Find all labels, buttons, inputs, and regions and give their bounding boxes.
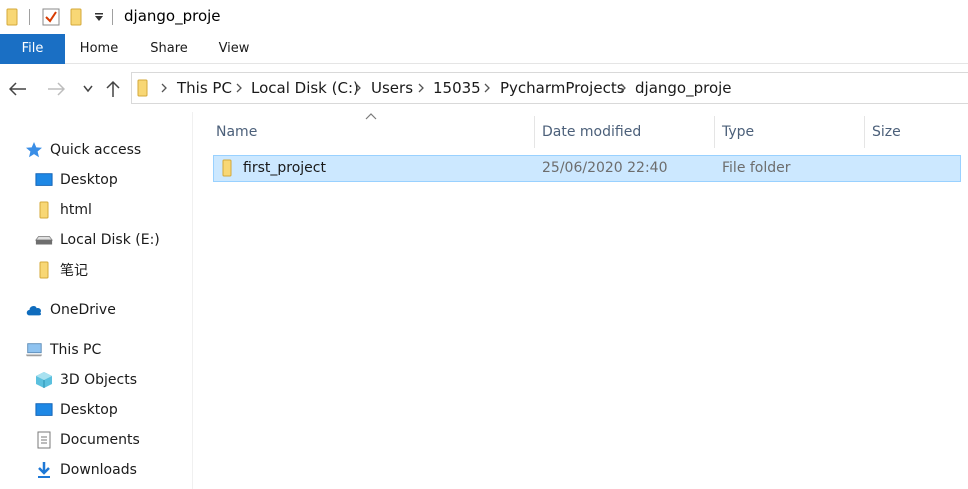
nav-item-html[interactable]: html <box>35 195 92 225</box>
nav-item-label: Local Disk (E:) <box>60 232 160 248</box>
breadcrumb-chevron-icon[interactable] <box>235 83 243 93</box>
nav-item-desktop-pc[interactable]: Desktop <box>35 395 118 425</box>
navigation-pane: Quick access Desktop html Local Disk (E:… <box>0 112 193 489</box>
navigation-bar: This PC Local Disk (C:) Users 15035 Pych… <box>0 64 968 112</box>
file-type: File folder <box>722 160 791 176</box>
breadcrumb-users[interactable]: Users <box>371 73 413 103</box>
folder-icon <box>221 159 233 181</box>
breadcrumb-local-disk-c[interactable]: Local Disk (C:) <box>251 73 359 103</box>
recent-locations-chevron-down-icon[interactable] <box>77 78 99 100</box>
divider <box>29 9 30 25</box>
column-header-size[interactable]: Size <box>872 116 901 148</box>
downloads-icon <box>35 461 53 479</box>
ribbon-tabs: File Home Share View <box>0 34 968 64</box>
nav-item-notes[interactable]: 笔记 <box>35 255 88 285</box>
breadcrumb-this-pc[interactable]: This PC <box>177 73 232 103</box>
desktop-icon <box>35 401 53 419</box>
breadcrumb-15035[interactable]: 15035 <box>433 73 481 103</box>
breadcrumb-pycharmprojects[interactable]: PycharmProjects <box>500 73 625 103</box>
drive-icon <box>35 231 53 249</box>
nav-item-label: 笔记 <box>60 263 88 279</box>
divider <box>112 9 113 25</box>
nav-item-downloads[interactable]: Downloads <box>35 455 137 485</box>
file-date-modified: 25/06/2020 22:40 <box>542 160 668 176</box>
nav-this-pc[interactable]: This PC <box>25 335 101 365</box>
column-divider[interactable] <box>864 116 865 148</box>
nav-item-label: 3D Objects <box>60 372 138 388</box>
breadcrumb-chevron-icon[interactable] <box>354 83 362 93</box>
file-list: Name Date modified Type Size first_proje… <box>193 112 968 489</box>
tab-file[interactable]: File <box>0 34 65 64</box>
breadcrumb-chevron-icon[interactable] <box>417 83 425 93</box>
nav-item-label: Quick access <box>50 142 142 158</box>
up-button[interactable] <box>102 78 124 100</box>
properties-icon[interactable] <box>42 8 60 26</box>
breadcrumb-chevron-icon[interactable] <box>619 83 627 93</box>
title-bar: django_proje <box>0 0 968 34</box>
3d-objects-icon <box>35 371 53 389</box>
table-row[interactable]: first_project 25/06/2020 22:40 File fold… <box>213 155 961 182</box>
customize-toolbar-dropdown-icon[interactable] <box>94 12 104 22</box>
back-button[interactable] <box>7 78 29 100</box>
nav-item-label: Desktop <box>60 402 118 418</box>
cloud-icon <box>25 301 43 319</box>
column-header-name[interactable]: Name <box>216 116 257 148</box>
forward-button[interactable] <box>45 78 67 100</box>
nav-item-label: OneDrive <box>50 302 116 318</box>
nav-item-label: Documents <box>60 432 140 448</box>
tab-share[interactable]: Share <box>140 34 198 64</box>
folder-icon <box>35 201 53 219</box>
column-header-type[interactable]: Type <box>722 116 754 148</box>
nav-item-desktop[interactable]: Desktop <box>35 165 118 195</box>
breadcrumb-chevron-icon[interactable] <box>160 83 168 93</box>
nav-quick-access[interactable]: Quick access <box>25 135 141 165</box>
column-divider[interactable] <box>534 116 535 148</box>
folder-icon <box>137 79 149 101</box>
nav-item-local-disk-e[interactable]: Local Disk (E:) <box>35 225 160 255</box>
nav-item-label: This PC <box>50 342 102 358</box>
column-divider[interactable] <box>714 116 715 148</box>
tab-view[interactable]: View <box>206 34 262 64</box>
new-folder-icon[interactable] <box>70 8 84 26</box>
computer-icon <box>25 341 43 359</box>
nav-item-3d-objects[interactable]: 3D Objects <box>35 365 137 395</box>
nav-onedrive[interactable]: OneDrive <box>25 295 116 325</box>
breadcrumb-chevron-icon[interactable] <box>483 83 491 93</box>
nav-item-label: html <box>60 202 92 218</box>
breadcrumb-django-proje[interactable]: django_proje <box>635 73 732 103</box>
tab-home[interactable]: Home <box>70 34 128 64</box>
folder-icon <box>6 8 20 26</box>
star-icon <box>25 141 43 159</box>
address-bar[interactable]: This PC Local Disk (C:) Users 15035 Pych… <box>131 72 968 104</box>
documents-icon <box>35 431 53 449</box>
sort-ascending-icon <box>365 113 377 120</box>
desktop-icon <box>35 171 53 189</box>
window-title: django_proje <box>124 7 221 25</box>
nav-item-documents[interactable]: Documents <box>35 425 140 455</box>
nav-item-label: Downloads <box>60 462 137 478</box>
folder-icon <box>35 261 53 279</box>
column-header-date-modified[interactable]: Date modified <box>542 116 641 148</box>
nav-item-label: Desktop <box>60 172 118 188</box>
file-name: first_project <box>243 160 326 176</box>
